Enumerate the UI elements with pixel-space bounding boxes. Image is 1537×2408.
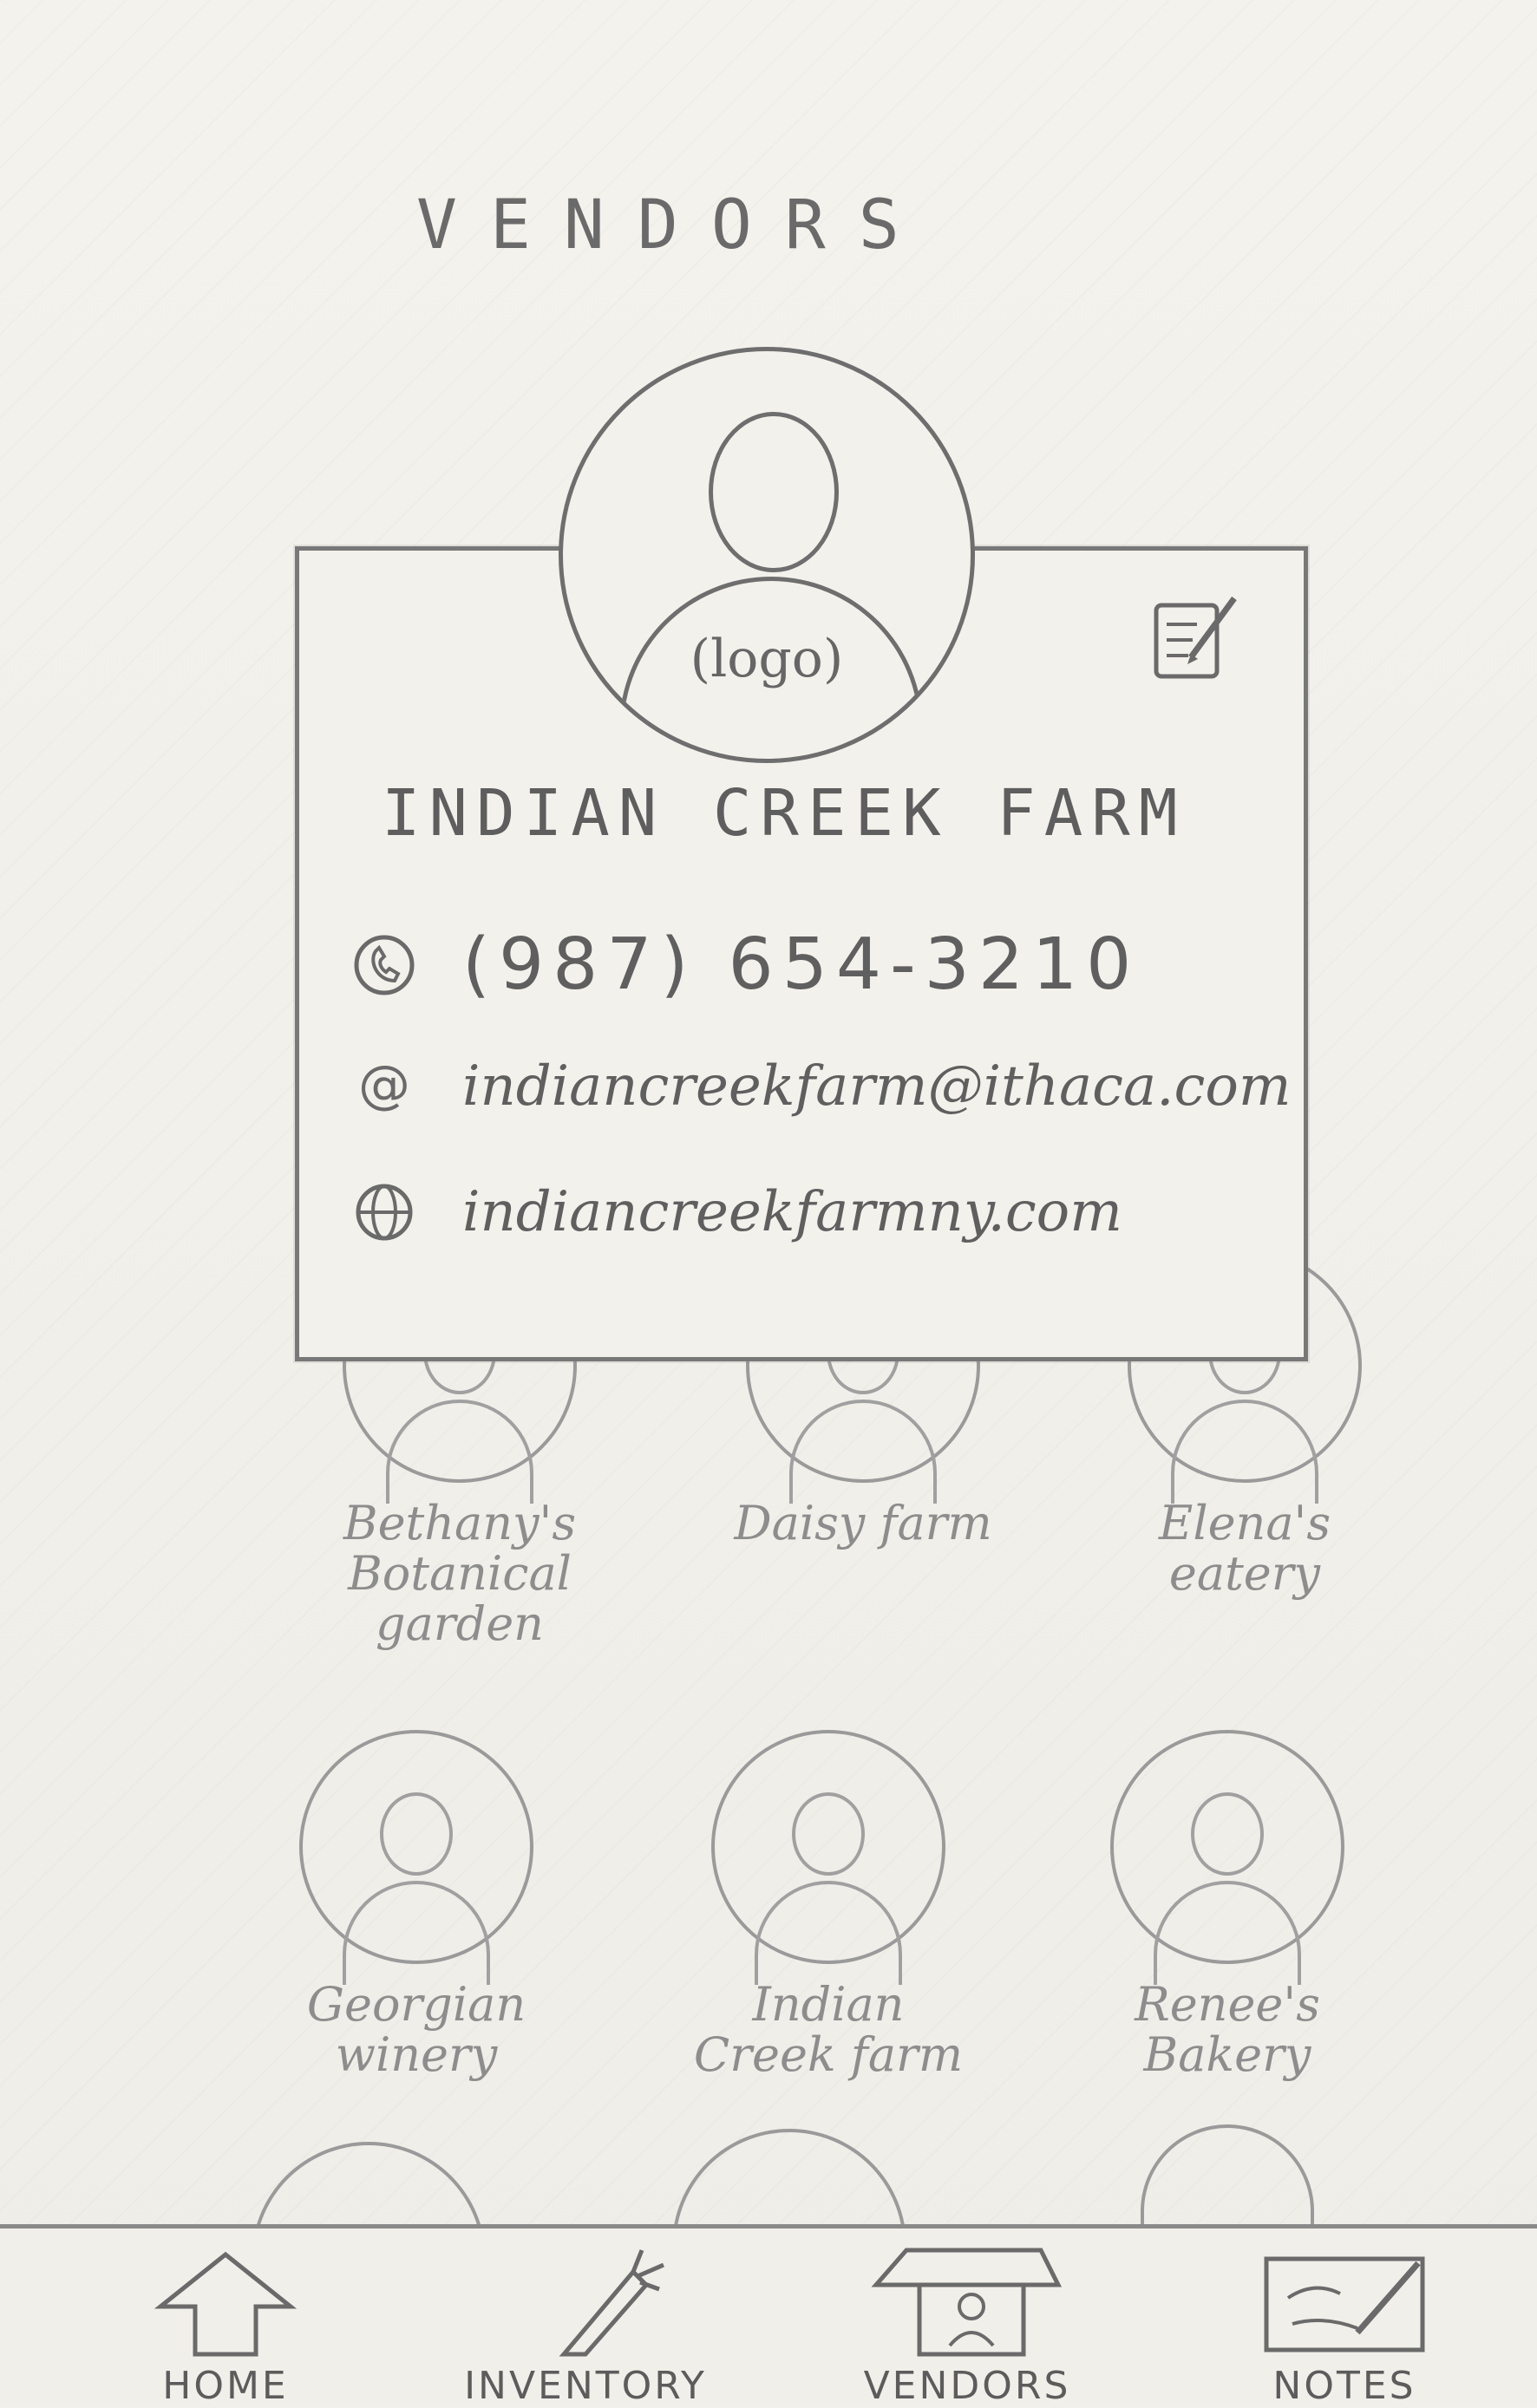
bottom-nav: HOME INVENTORY VENDORS NOTES (0, 2224, 1537, 2408)
avatar (711, 1730, 945, 1985)
vendor-stall-icon (871, 2248, 1063, 2357)
vendor-name: Bethany's Botanical garden (343, 1496, 577, 1651)
vendor-name: Daisy farm (734, 1496, 992, 1550)
person-icon (709, 412, 839, 572)
avatar (1110, 1730, 1344, 1985)
phone-icon (354, 935, 415, 995)
vendor-name: Renee's Bakery (1135, 1977, 1320, 2082)
nav-inventory[interactable]: INVENTORY (442, 2246, 729, 2408)
website-row[interactable]: indiancreekfarmny.com (351, 1179, 1122, 1245)
email-row[interactable]: @ indiancreekfarm@ithaca.com (351, 1054, 1292, 1119)
home-icon (154, 2251, 298, 2357)
nav-vendors[interactable]: VENDORS (824, 2246, 1110, 2408)
nav-label: HOME (162, 2364, 289, 2408)
carrot-icon (559, 2249, 664, 2357)
vendor-title: INDIAN CREEK FARM (382, 776, 1187, 851)
globe-icon (356, 1184, 413, 1241)
vendor-item[interactable]: Georgian winery (273, 1730, 559, 2080)
vendor-item[interactable]: Renee's Bakery (1084, 1730, 1370, 2080)
nav-label: NOTES (1272, 2364, 1416, 2408)
svg-text:@: @ (358, 1054, 410, 1115)
vendor-name: Georgian winery (306, 1977, 527, 2082)
vendor-name: Elena's eatery (1158, 1496, 1331, 1601)
notes-icon (1264, 2256, 1425, 2353)
website-url: indiancreekfarmny.com (462, 1180, 1122, 1244)
nav-label: INVENTORY (464, 2364, 707, 2408)
nav-home[interactable]: HOME (82, 2246, 369, 2408)
avatar (299, 1730, 533, 1985)
vendor-logo: (logo) (559, 347, 975, 763)
logo-label: (logo) (690, 629, 844, 689)
nav-notes[interactable]: NOTES (1201, 2246, 1488, 2408)
at-icon: @ (358, 1054, 410, 1115)
edit-icon[interactable] (1149, 590, 1245, 685)
nav-label: VENDORS (863, 2364, 1071, 2408)
email-address: indiancreekfarm@ithaca.com (462, 1054, 1292, 1119)
vendor-item[interactable]: Indian Creek farm (685, 1730, 971, 2080)
phone-row[interactable]: (987) 654-3210 (351, 923, 1140, 1006)
vendor-name: Indian Creek farm (693, 1977, 964, 2082)
phone-number: (987) 654-3210 (462, 923, 1141, 1006)
